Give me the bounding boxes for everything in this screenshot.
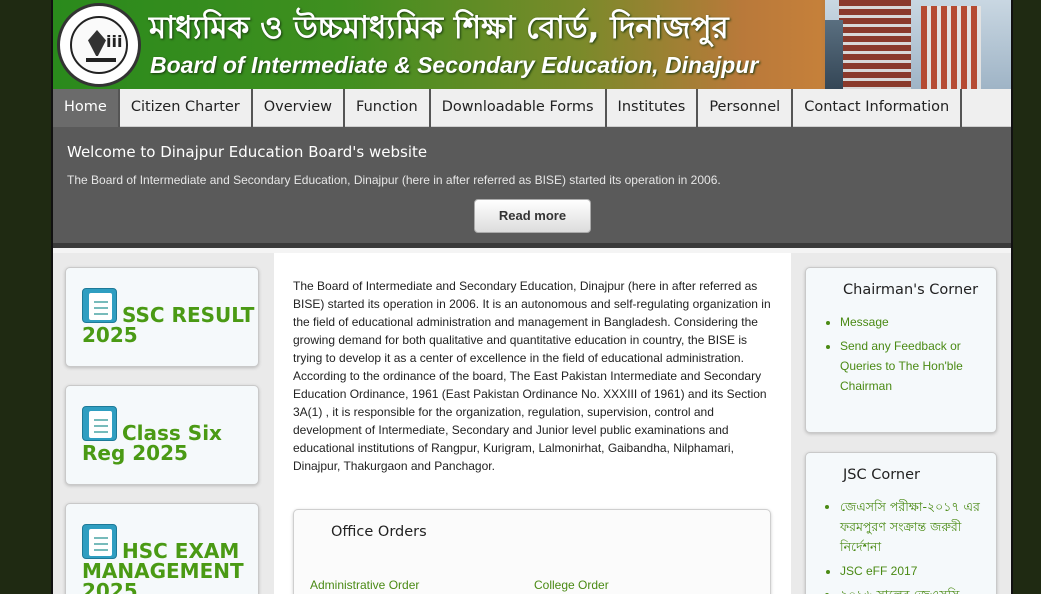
promo-label: Class Six bbox=[122, 421, 222, 445]
main-content: The Board of Intermediate and Secondary … bbox=[274, 253, 791, 594]
office-orders-box: Office Orders Administrative Order Colle… bbox=[293, 509, 771, 594]
jsc-corner-list: জেএসসি পরীক্ষা-২০১৭ এর ফরমপুরণ সংক্রান্ত… bbox=[840, 497, 990, 594]
building-tower bbox=[839, 0, 911, 89]
welcome-banner: Welcome to Dinajpur Education Board's we… bbox=[53, 127, 1011, 248]
promo-label: 2025 bbox=[82, 323, 138, 347]
nav-citizen-charter[interactable]: Citizen Charter bbox=[120, 89, 253, 127]
document-paper bbox=[89, 529, 112, 556]
jsc-corner-title: JSC Corner bbox=[843, 467, 920, 483]
logo-emblem: iii bbox=[70, 16, 128, 74]
promo-label: HSC EXAM bbox=[122, 539, 240, 563]
checklist-line bbox=[94, 419, 108, 421]
jsc-2016-link[interactable]: ২০১৬ সালের জেএসসি bbox=[840, 585, 990, 594]
checklist-line bbox=[94, 543, 108, 545]
college-order-link[interactable]: College Order bbox=[534, 578, 609, 592]
chairmans-corner-title: Chairman's Corner bbox=[843, 282, 979, 298]
site-header: iii মাধ্যমিক ও উচ্চমাধ্যমিক শিক্ষা বোর্ড… bbox=[53, 0, 1011, 89]
building-wing bbox=[921, 6, 981, 89]
jsc-corner-box: JSC Corner জেএসসি পরীক্ষা-২০১৭ এর ফরমপুর… bbox=[805, 452, 997, 594]
checklist-line bbox=[94, 313, 108, 315]
right-sidebar: Chairman's Corner Message Send any Feedb… bbox=[791, 253, 1011, 594]
document-paper bbox=[89, 411, 112, 438]
checklist-line bbox=[94, 549, 108, 551]
nav-overview[interactable]: Overview bbox=[253, 89, 346, 127]
main-nav: Home Citizen Charter Overview Function D… bbox=[53, 89, 1011, 127]
page: iii মাধ্যমিক ও উচ্চমাধ্যমিক শিক্ষা বোর্ড… bbox=[51, 0, 1013, 594]
nav-institutes[interactable]: Institutes bbox=[607, 89, 699, 127]
board-logo[interactable]: iii bbox=[57, 3, 141, 87]
building-photo bbox=[825, 0, 1011, 89]
ssc-result-card[interactable]: SSC RESULT 2025 bbox=[65, 267, 259, 367]
left-sidebar: SSC RESULT 2025 Class Six Reg 2025 HSC E… bbox=[53, 253, 274, 594]
document-paper bbox=[89, 293, 112, 320]
nav-contact-information[interactable]: Contact Information bbox=[793, 89, 963, 127]
office-orders-title: Office Orders bbox=[331, 524, 427, 540]
about-paragraph: The Board of Intermediate and Secondary … bbox=[293, 279, 771, 473]
nav-personnel[interactable]: Personnel bbox=[698, 89, 794, 127]
promo-label: MANAGEMENT bbox=[82, 559, 244, 583]
nav-home[interactable]: Home bbox=[53, 89, 120, 127]
document-icon bbox=[82, 288, 117, 323]
checklist-line bbox=[94, 301, 108, 303]
chairmans-corner-list: Message Send any Feedback or Queries to … bbox=[840, 312, 990, 400]
checklist-line bbox=[94, 307, 108, 309]
building-glass bbox=[825, 20, 843, 89]
promo-label: Reg 2025 bbox=[82, 441, 188, 465]
read-more-button[interactable]: Read more bbox=[474, 199, 591, 233]
promo-label: 2025 bbox=[82, 579, 138, 594]
logo-bar bbox=[86, 58, 116, 62]
checklist-line bbox=[94, 431, 108, 433]
welcome-title: Welcome to Dinajpur Education Board's we… bbox=[67, 143, 428, 161]
jsc-notice-link[interactable]: জেএসসি পরীক্ষা-২০১৭ এর ফরমপুরণ সংক্রান্ত… bbox=[840, 497, 990, 557]
welcome-text: The Board of Intermediate and Secondary … bbox=[67, 173, 721, 187]
chairmans-corner-box: Chairman's Corner Message Send any Feedb… bbox=[805, 267, 997, 433]
class-six-reg-card[interactable]: Class Six Reg 2025 bbox=[65, 385, 259, 485]
pen-nib-icon bbox=[88, 30, 106, 56]
people-icon: iii bbox=[106, 32, 123, 51]
site-title-english: Board of Intermediate & Secondary Educat… bbox=[150, 52, 759, 78]
document-icon bbox=[82, 406, 117, 441]
hsc-exam-management-card[interactable]: HSC EXAM MANAGEMENT 2025 bbox=[65, 503, 259, 594]
site-title-bangla: মাধ্যমিক ও উচ্চমাধ্যমিক শিক্ষা বোর্ড, দি… bbox=[149, 10, 729, 46]
document-icon bbox=[82, 524, 117, 559]
nav-function[interactable]: Function bbox=[345, 89, 431, 127]
message-link[interactable]: Message bbox=[840, 312, 990, 332]
checklist-line bbox=[94, 537, 108, 539]
nav-downloadable-forms[interactable]: Downloadable Forms bbox=[431, 89, 607, 127]
feedback-link[interactable]: Send any Feedback or Queries to The Hon'… bbox=[840, 336, 990, 396]
promo-label: SSC RESULT bbox=[122, 303, 255, 327]
administrative-order-link[interactable]: Administrative Order bbox=[310, 578, 419, 592]
checklist-line bbox=[94, 425, 108, 427]
jsc-eff-link[interactable]: JSC eFF 2017 bbox=[840, 561, 990, 581]
